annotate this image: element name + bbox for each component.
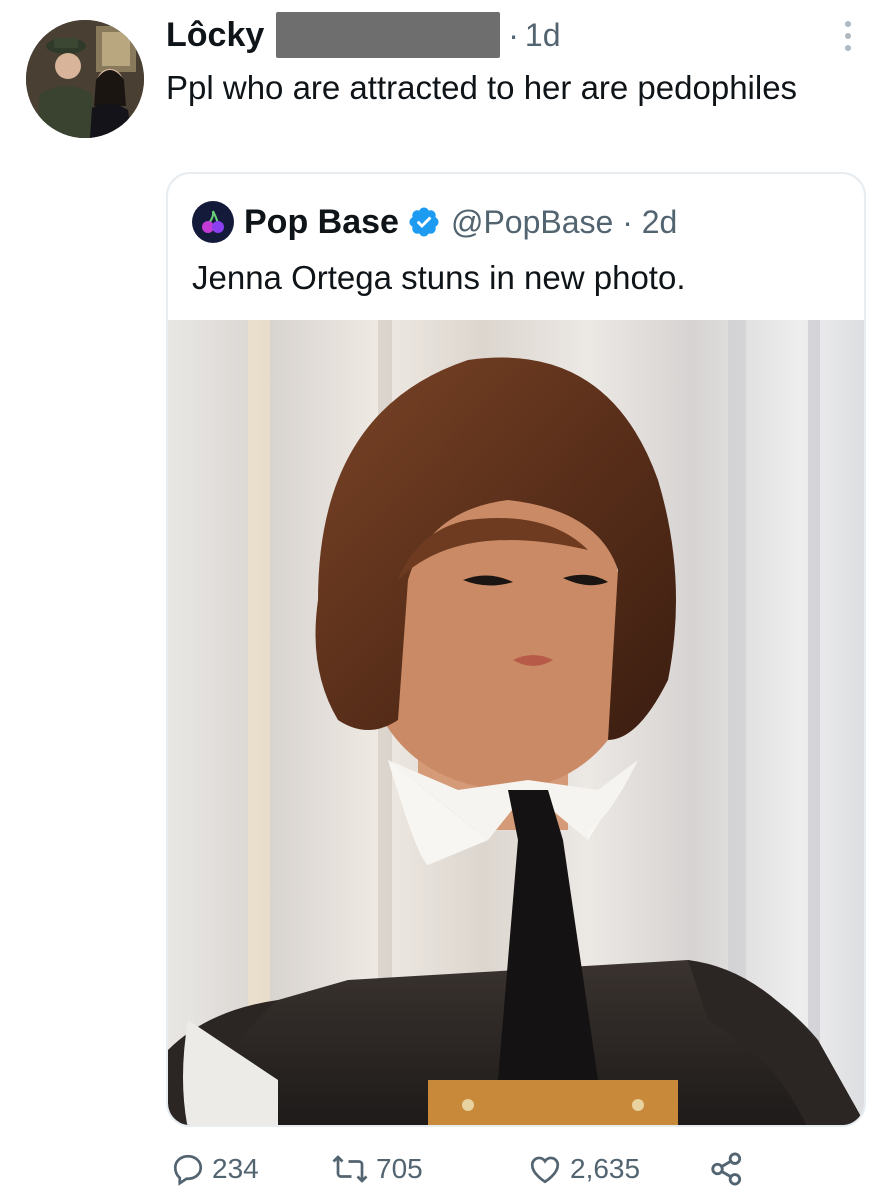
heart-icon bbox=[530, 1156, 560, 1184]
share-button[interactable] bbox=[708, 1146, 746, 1192]
tweet-header: Lôcky · 1d bbox=[166, 12, 561, 58]
like-count: 2,635 bbox=[570, 1153, 641, 1184]
speech-bubble-icon bbox=[173, 1154, 203, 1186]
retweet-arrows-icon bbox=[332, 1155, 368, 1183]
header-separator: · bbox=[508, 16, 519, 53]
reply-button[interactable]: 234 bbox=[170, 1146, 259, 1192]
tweet-timestamp[interactable]: 1d bbox=[525, 17, 561, 54]
retweet-button[interactable]: 705 bbox=[330, 1146, 423, 1192]
share-nodes-icon bbox=[711, 1152, 742, 1186]
vertical-ellipsis-icon bbox=[845, 21, 851, 27]
verified-badge-icon bbox=[409, 207, 439, 237]
retweet-count: 705 bbox=[376, 1153, 423, 1184]
author-avatar-image bbox=[26, 20, 144, 138]
tweet-actions-bar: 234 705 2,635 bbox=[170, 1146, 760, 1192]
tweet-text: Ppl who are attracted to her are pedophi… bbox=[166, 69, 798, 106]
cherry-logo-icon bbox=[202, 210, 224, 233]
quoted-tweet-header: Pop Base @PopBase · 2d bbox=[192, 198, 677, 246]
quoted-tweet-card[interactable]: Pop Base @PopBase · 2d Jenna Ortega stun… bbox=[166, 172, 866, 1127]
more-options-button[interactable] bbox=[834, 16, 862, 56]
like-button[interactable]: 2,635 bbox=[526, 1146, 640, 1192]
quoted-tweet-text: Jenna Ortega stuns in new photo. bbox=[192, 259, 686, 296]
author-display-name[interactable]: Lôcky bbox=[166, 16, 264, 55]
quoted-author-name[interactable]: Pop Base bbox=[244, 203, 399, 242]
quoted-author-avatar[interactable] bbox=[192, 201, 234, 243]
quoted-author-handle[interactable]: @PopBase · 2d bbox=[451, 204, 677, 241]
author-avatar[interactable] bbox=[26, 20, 144, 138]
quoted-tweet-photo[interactable] bbox=[168, 320, 864, 1125]
reply-count: 234 bbox=[212, 1153, 259, 1184]
redacted-handle bbox=[276, 12, 501, 58]
portrait-photo bbox=[168, 320, 864, 1125]
